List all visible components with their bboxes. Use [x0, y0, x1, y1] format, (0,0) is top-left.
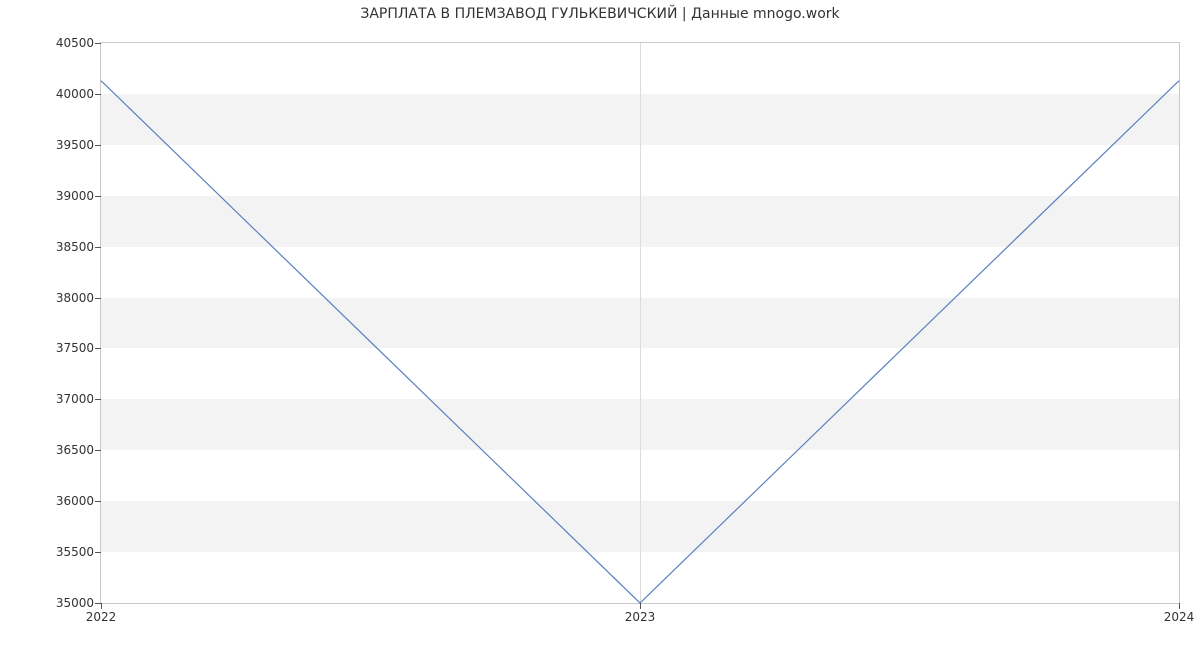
y-tick-label: 38500 — [14, 240, 94, 254]
y-tick-mark — [95, 247, 101, 248]
y-tick-label: 39000 — [14, 189, 94, 203]
y-tick-label: 37500 — [14, 341, 94, 355]
x-tick-label: 2023 — [625, 610, 656, 624]
y-tick-mark — [95, 450, 101, 451]
y-tick-label: 36500 — [14, 443, 94, 457]
y-tick-label: 39500 — [14, 138, 94, 152]
y-tick-label: 36000 — [14, 494, 94, 508]
line-series — [101, 43, 1179, 603]
y-tick-label: 35000 — [14, 596, 94, 610]
y-tick-label: 37000 — [14, 392, 94, 406]
x-tick-label: 2024 — [1164, 610, 1195, 624]
y-tick-label: 35500 — [14, 545, 94, 559]
y-tick-label: 40500 — [14, 36, 94, 50]
y-tick-mark — [95, 145, 101, 146]
x-tick-mark — [1179, 603, 1180, 609]
x-tick-label: 2022 — [86, 610, 117, 624]
y-tick-label: 40000 — [14, 87, 94, 101]
chart-title: ЗАРПЛАТА В ПЛЕМЗАВОД ГУЛЬКЕВИЧСКИЙ | Дан… — [0, 6, 1200, 22]
x-tick-mark — [101, 603, 102, 609]
y-tick-label: 38000 — [14, 291, 94, 305]
y-tick-mark — [95, 298, 101, 299]
y-tick-mark — [95, 501, 101, 502]
y-tick-mark — [95, 196, 101, 197]
y-tick-mark — [95, 348, 101, 349]
y-tick-mark — [95, 552, 101, 553]
y-tick-mark — [95, 399, 101, 400]
plot-area — [100, 42, 1180, 604]
x-tick-mark — [640, 603, 641, 609]
y-tick-mark — [95, 43, 101, 44]
y-tick-mark — [95, 94, 101, 95]
series-polyline — [101, 81, 1179, 603]
chart-container: ЗАРПЛАТА В ПЛЕМЗАВОД ГУЛЬКЕВИЧСКИЙ | Дан… — [0, 0, 1200, 650]
